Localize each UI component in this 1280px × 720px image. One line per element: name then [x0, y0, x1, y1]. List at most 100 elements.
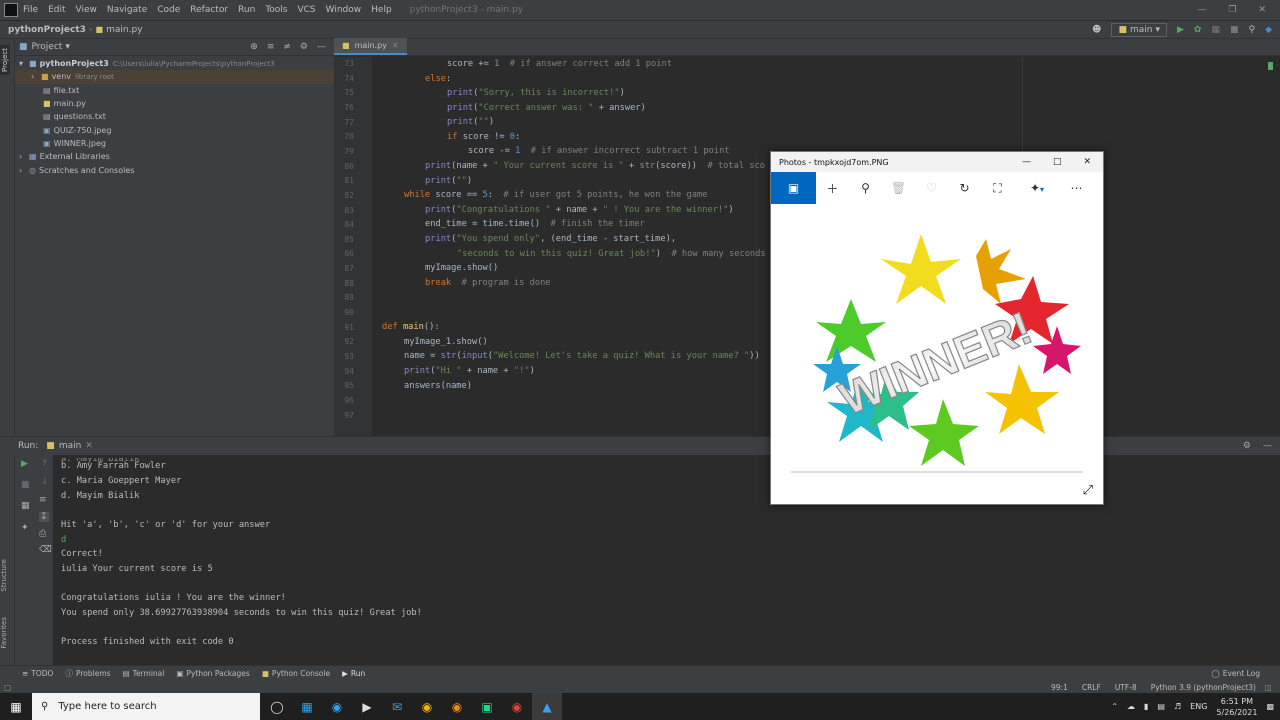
project-tool-button[interactable]: Project: [0, 45, 10, 75]
caret-position[interactable]: 99:1: [1044, 683, 1075, 692]
fullscreen-icon[interactable]: ⤢: [1083, 483, 1093, 498]
menu-run[interactable]: Run: [233, 5, 260, 15]
cloud-icon[interactable]: ☁: [1127, 702, 1135, 711]
code-line[interactable]: "seconds to win this quiz! Great job!") …: [457, 249, 766, 259]
photos-taskbar-icon[interactable]: ▲: [532, 693, 562, 720]
tree-item-file[interactable]: ▤ questions.txt: [15, 110, 334, 123]
search-icon[interactable]: ⚲: [1248, 25, 1255, 35]
code-line[interactable]: print("Correct answer was: " + answer): [447, 103, 646, 113]
tab-python-console[interactable]: ■ Python Console: [256, 669, 336, 678]
python-interpreter[interactable]: Python 3.9 (pythonProject3): [1144, 683, 1263, 692]
menu-navigate[interactable]: Navigate: [102, 5, 152, 15]
scroll-down-icon[interactable]: ↓: [41, 477, 49, 487]
gear-icon[interactable]: ⚙: [1243, 441, 1251, 451]
close-tab-icon[interactable]: ✕: [392, 41, 399, 50]
pin-icon[interactable]: ✦: [21, 523, 29, 533]
code-line[interactable]: print(""): [447, 117, 494, 127]
event-log-button[interactable]: ◯ Event Log: [1205, 669, 1280, 678]
hide-icon[interactable]: —: [1263, 441, 1272, 451]
edit-icon[interactable]: ✦▾: [1014, 181, 1060, 195]
close-run-tab-icon[interactable]: ✕: [85, 441, 93, 451]
scroll-up-icon[interactable]: ↑: [41, 459, 49, 469]
zoom-icon[interactable]: ⚲: [849, 181, 882, 195]
delete-icon[interactable]: 🗑: [882, 181, 915, 195]
tab-todo[interactable]: ≡ TODO: [0, 669, 59, 678]
code-line[interactable]: myImage.show(): [425, 263, 498, 273]
line-separator[interactable]: CRLF: [1075, 683, 1108, 692]
run-config-selector[interactable]: ■ main ▾: [1111, 22, 1167, 37]
status-toggle-icon[interactable]: ▢: [4, 683, 11, 692]
stop-icon[interactable]: ■: [21, 480, 30, 490]
chevron-down-icon[interactable]: ▾: [62, 42, 70, 52]
user-icon[interactable]: ☻: [1092, 25, 1101, 35]
tab-python-packages[interactable]: ▣ Python Packages: [170, 669, 255, 678]
collapse-all-icon[interactable]: ≠: [283, 42, 291, 52]
close-icon[interactable]: ✕: [1083, 157, 1091, 167]
tab-problems[interactable]: ⓘ Problems: [59, 668, 116, 679]
notifications-icon[interactable]: ▩: [1266, 702, 1274, 711]
firefox-icon[interactable]: ◉: [442, 693, 472, 720]
code-line[interactable]: print("Congratulations " + name + " ! Yo…: [425, 205, 734, 215]
menu-refactor[interactable]: Refactor: [185, 5, 233, 15]
code-line[interactable]: name = str(input("Welcome! Let's take a …: [404, 351, 760, 361]
chevron-up-icon[interactable]: ⌃: [1111, 702, 1118, 711]
project-panel-title[interactable]: Project: [28, 42, 63, 52]
menu-file[interactable]: File: [18, 5, 43, 15]
recorder-icon[interactable]: ◉: [502, 693, 532, 720]
menu-tools[interactable]: Tools: [260, 5, 292, 15]
run-icon[interactable]: ▶: [1177, 25, 1184, 35]
tree-item-file[interactable]: ▣ WINNER.jpeg: [15, 137, 334, 150]
task-view-icon[interactable]: ▦: [292, 693, 322, 720]
code-line[interactable]: def main():: [382, 322, 440, 332]
structure-tool-button[interactable]: Structure: [0, 559, 8, 592]
chrome-icon[interactable]: ◉: [412, 693, 442, 720]
code-line[interactable]: print(""): [425, 176, 472, 186]
soft-wrap-icon[interactable]: ≡: [39, 495, 47, 505]
mail-icon[interactable]: ✉: [382, 693, 412, 720]
scroll-to-end-icon[interactable]: ↧: [39, 512, 49, 522]
battery-icon[interactable]: ▮: [1144, 702, 1148, 711]
trash-icon[interactable]: ⌫: [39, 545, 52, 555]
code-line[interactable]: else:: [425, 74, 451, 84]
breadcrumb-project[interactable]: pythonProject3: [0, 25, 86, 35]
run-tab-main[interactable]: main: [55, 441, 86, 451]
layout-icon[interactable]: ▦: [21, 501, 30, 511]
language-indicator[interactable]: ENG: [1190, 702, 1207, 711]
pycharm-taskbar-icon[interactable]: ▣: [472, 693, 502, 720]
minimize-icon[interactable]: —: [1022, 157, 1031, 167]
crop-icon[interactable]: ⛶: [981, 181, 1014, 196]
menu-help[interactable]: Help: [366, 5, 397, 15]
image-view-icon[interactable]: ▣: [771, 172, 816, 204]
tree-item-file[interactable]: ▣ QUIZ-750.jpeg: [15, 123, 334, 136]
tree-item-root[interactable]: ▾ ■ pythonProject3 C:\Users\iulia\Pychar…: [15, 57, 334, 70]
windows-start-icon[interactable]: ▦: [0, 693, 32, 720]
code-line[interactable]: if score != 0:: [447, 132, 520, 142]
code-line[interactable]: score += 1 # if answer correct add 1 poi…: [447, 59, 672, 69]
code-line[interactable]: while score == 5: # if user got 5 points…: [404, 190, 707, 200]
code-line[interactable]: print("Hi " + name + "!"): [404, 366, 535, 376]
tree-item-file[interactable]: ■ main.py: [15, 97, 334, 110]
tab-terminal[interactable]: ▤ Terminal: [117, 669, 171, 678]
debug-icon[interactable]: ✿: [1194, 25, 1202, 35]
breadcrumb-file[interactable]: main.py: [103, 25, 142, 35]
menu-vcs[interactable]: VCS: [292, 5, 320, 15]
print-icon[interactable]: ⎙: [39, 529, 46, 539]
tree-item-scratches[interactable]: › ◎ Scratches and Consoles: [15, 163, 334, 176]
file-explorer-icon[interactable]: ▶: [352, 693, 382, 720]
volume-icon[interactable]: ♬: [1174, 702, 1181, 711]
add-icon[interactable]: ＋: [816, 180, 849, 197]
maximize-icon[interactable]: □: [1053, 157, 1062, 167]
code-line[interactable]: score -= 1 # if answer incorrect subtrac…: [468, 146, 730, 156]
rerun-icon[interactable]: ▶: [21, 459, 28, 469]
tab-main-py[interactable]: ■ main.py ✕: [334, 38, 407, 55]
rotate-icon[interactable]: ↻: [948, 181, 981, 195]
minimize-icon[interactable]: —: [1197, 5, 1206, 15]
menu-view[interactable]: View: [71, 5, 102, 15]
code-line[interactable]: break # program is done: [425, 278, 551, 288]
tree-item-external-libraries[interactable]: › ▦ External Libraries: [15, 150, 334, 163]
hide-icon[interactable]: —: [317, 42, 326, 52]
expand-all-icon[interactable]: ≡: [267, 42, 275, 52]
gear-icon[interactable]: ⚙: [300, 42, 308, 52]
menu-edit[interactable]: Edit: [43, 5, 70, 15]
lock-icon[interactable]: ◫: [1263, 683, 1280, 692]
